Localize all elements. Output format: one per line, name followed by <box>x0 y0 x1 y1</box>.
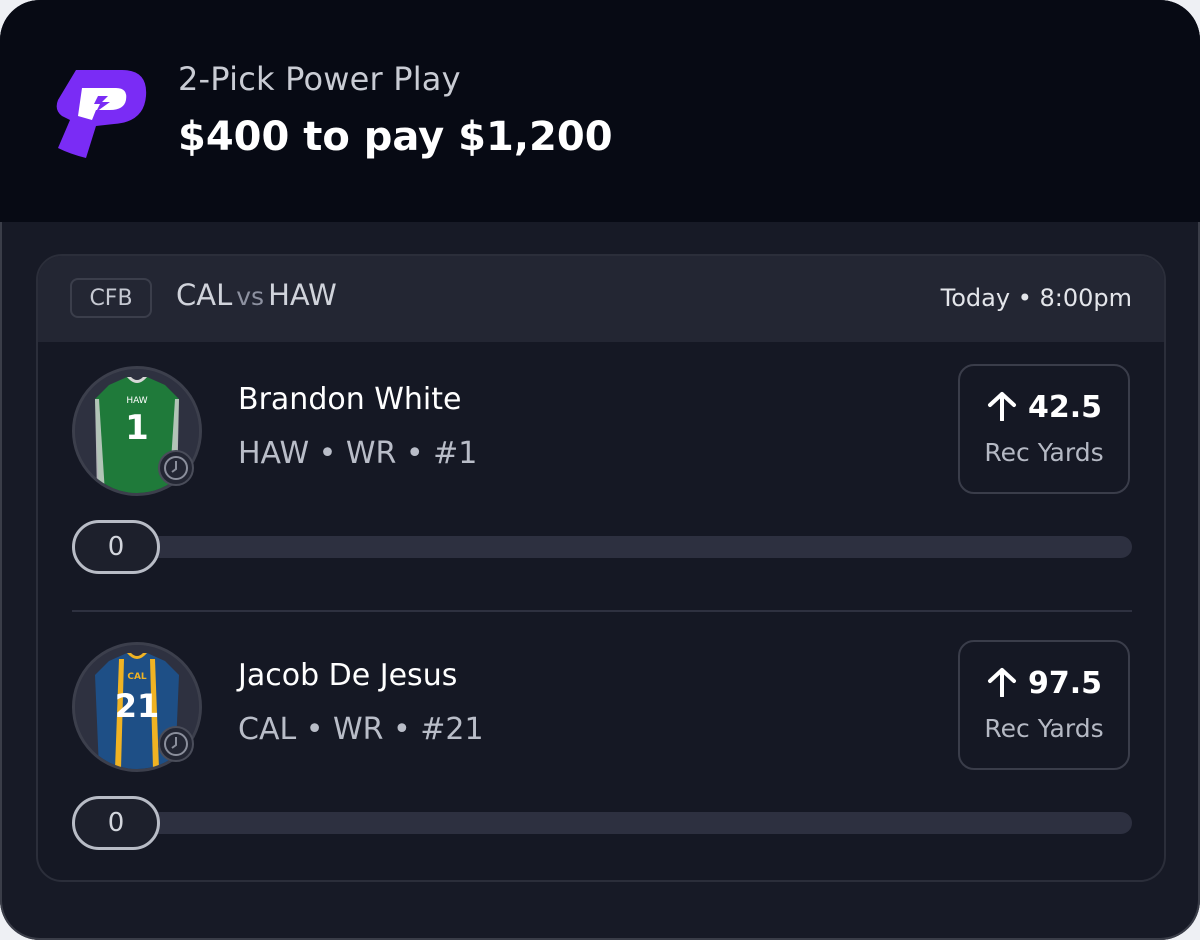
game-time: Today • 8:00pm <box>940 284 1132 312</box>
clock-icon <box>158 726 194 762</box>
prizepicks-logo-icon <box>56 70 147 158</box>
power-play-card[interactable]: 2-Pick Power Play $400 to pay $1,200 CFB… <box>0 0 1200 940</box>
player-name: Brandon White <box>238 382 462 417</box>
player-info: CAL • WR • #21 <box>238 712 484 747</box>
pick-row[interactable]: HAW 1 Brandon White HAW • WR • #1 42.5 R… <box>38 342 1164 612</box>
current-stat-value: 0 <box>72 796 160 850</box>
league-badge: CFB <box>70 278 152 318</box>
jersey-team-text: HAW <box>126 396 147 406</box>
jersey-team-text: CAL <box>127 672 147 682</box>
jersey-number: 21 <box>115 687 160 725</box>
player-info: HAW • WR • #1 <box>238 436 478 471</box>
team-b: HAW <box>268 278 337 312</box>
entry-header: 2-Pick Power Play $400 to pay $1,200 <box>0 0 1200 222</box>
jersey-number: 1 <box>125 408 149 448</box>
progress-track <box>72 536 1132 558</box>
payout-amount: $400 to pay $1,200 <box>178 114 613 160</box>
play-type-title: 2-Pick Power Play <box>178 60 461 98</box>
current-stat-value: 0 <box>72 520 160 574</box>
line-value: 42.5 <box>1027 390 1103 425</box>
projection-box[interactable]: 42.5 Rec Yards <box>958 364 1130 494</box>
up-arrow-icon <box>987 392 1016 421</box>
vs-label: vs <box>236 282 265 311</box>
clock-icon <box>158 450 194 486</box>
game-header: CFB CAL vs HAW Today • 8:00pm <box>38 256 1164 342</box>
stat-type: Rec Yards <box>984 438 1104 467</box>
matchup: CAL vs HAW <box>176 278 337 312</box>
projection-line: 42.5 <box>960 390 1128 425</box>
game-group: CFB CAL vs HAW Today • 8:00pm HAW 1 Bran… <box>36 254 1166 882</box>
team-a: CAL <box>176 278 233 312</box>
pick-row[interactable]: CAL 21 Jacob De Jesus CAL • WR • #21 97.… <box>38 618 1164 880</box>
player-name: Jacob De Jesus <box>238 658 458 693</box>
line-value: 97.5 <box>1027 666 1103 701</box>
projection-box[interactable]: 97.5 Rec Yards <box>958 640 1130 770</box>
divider <box>72 610 1132 612</box>
projection-line: 97.5 <box>960 666 1128 701</box>
up-arrow-icon <box>987 668 1016 697</box>
stat-type: Rec Yards <box>984 714 1104 743</box>
progress-track <box>72 812 1132 834</box>
